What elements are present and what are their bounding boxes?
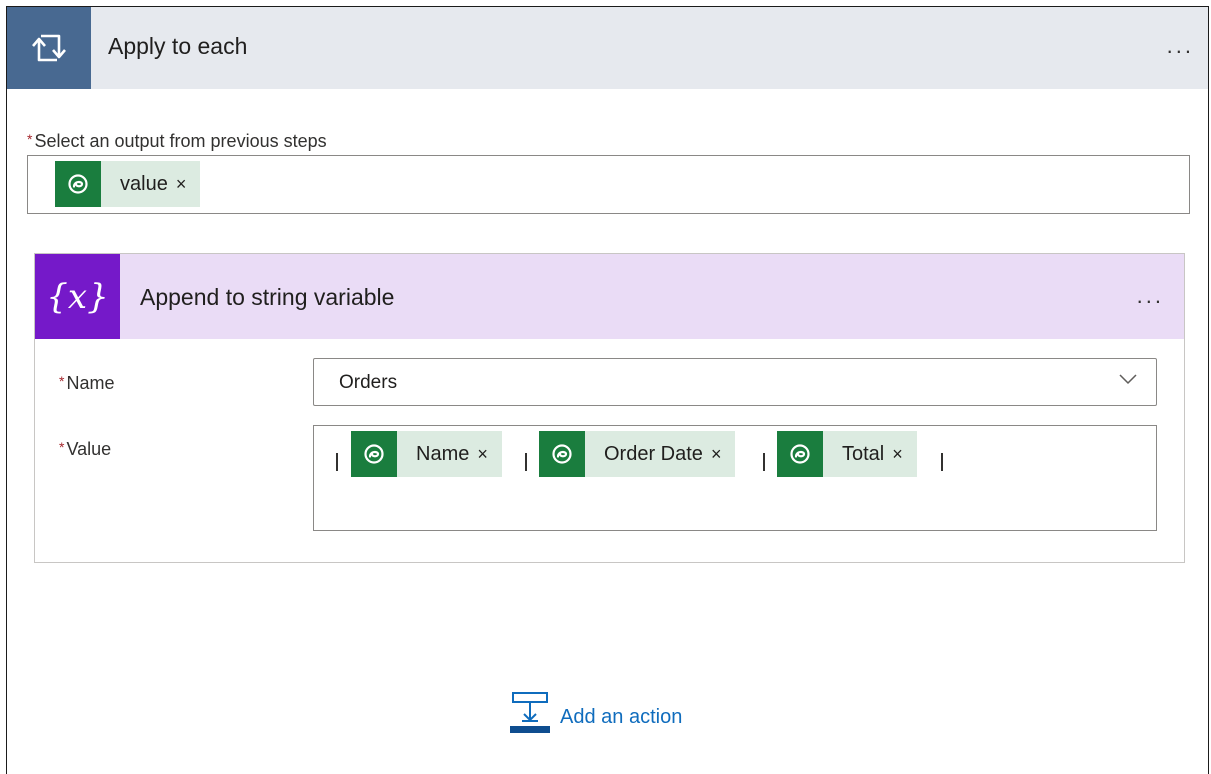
- name-token[interactable]: Name ×: [351, 431, 502, 477]
- name-dropdown[interactable]: Orders: [313, 358, 1157, 406]
- token-label: Order Date: [604, 442, 703, 465]
- token-remove-button[interactable]: ×: [892, 444, 903, 465]
- apply-to-each-header[interactable]: Apply to each ...: [7, 7, 1208, 89]
- append-to-string-variable-card: {x} Append to string variable ... * Name …: [34, 253, 1185, 563]
- dataverse-icon: [55, 161, 101, 207]
- text-cursor: [763, 453, 765, 471]
- token-label: Total: [842, 442, 885, 465]
- text-cursor: [941, 453, 943, 471]
- append-variable-header[interactable]: {x} Append to string variable ...: [35, 254, 1184, 339]
- text-cursor: [336, 453, 338, 471]
- dataverse-icon: [539, 431, 585, 477]
- value-input[interactable]: Name × Order Date × Total ×: [313, 425, 1157, 531]
- required-asterisk: *: [27, 131, 33, 147]
- add-an-action-label: Add an action: [560, 706, 683, 728]
- token-label: Name: [416, 442, 470, 465]
- output-field-label: * Select an output from previous steps: [27, 131, 327, 151]
- total-token[interactable]: Total ×: [777, 431, 917, 477]
- loop-icon: [7, 7, 91, 89]
- token-label: value: [120, 172, 168, 195]
- token-remove-button[interactable]: ×: [711, 444, 722, 465]
- text-cursor: [525, 453, 527, 471]
- add-action-icon: [510, 691, 550, 744]
- dataverse-icon: [351, 431, 397, 477]
- apply-to-each-title: Apply to each: [108, 33, 248, 59]
- chevron-down-icon: [1118, 372, 1138, 391]
- name-dropdown-value: Orders: [339, 372, 398, 393]
- apply-to-each-more-button[interactable]: ...: [1167, 35, 1194, 57]
- dataverse-icon: [777, 431, 823, 477]
- append-variable-more-button[interactable]: ...: [1137, 285, 1164, 307]
- output-input[interactable]: value ×: [27, 155, 1190, 214]
- value-field-label: * Value: [59, 439, 112, 459]
- add-an-action-button[interactable]: Add an action: [510, 691, 682, 744]
- variable-icon: {x}: [35, 254, 120, 339]
- apply-to-each-card: Apply to each ... * Select an output from…: [6, 6, 1209, 774]
- name-field-label: * Name: [59, 373, 115, 393]
- append-variable-title: Append to string variable: [140, 284, 395, 310]
- order-date-token[interactable]: Order Date ×: [539, 431, 736, 477]
- value-token[interactable]: value ×: [55, 161, 201, 207]
- token-remove-button[interactable]: ×: [477, 444, 488, 465]
- token-remove-button[interactable]: ×: [176, 174, 187, 195]
- required-asterisk: *: [59, 439, 65, 455]
- required-asterisk: *: [59, 373, 65, 389]
